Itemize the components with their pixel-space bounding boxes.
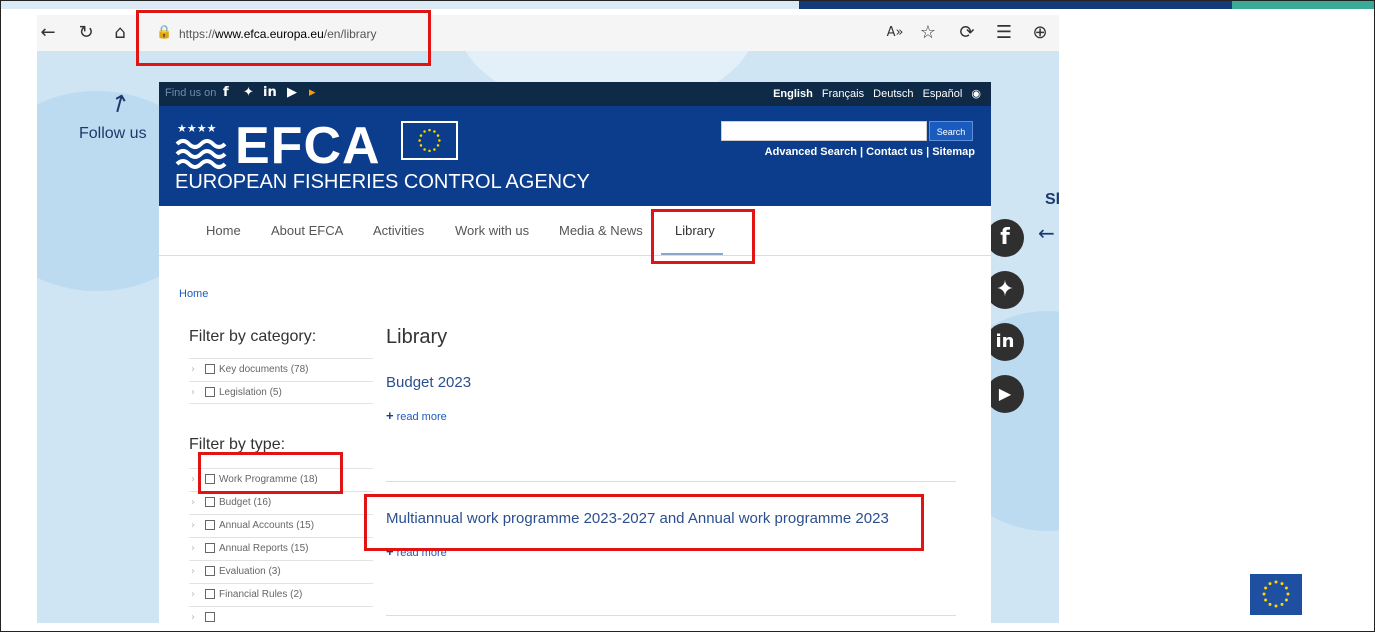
chevron-right-icon: ›	[191, 474, 195, 485]
read-aloud-icon[interactable]: A»	[884, 22, 906, 44]
language-switcher: English Français Deutsch Español ◉	[767, 87, 981, 100]
linkedin-share-icon[interactable]: in	[986, 323, 1024, 361]
item-separator	[386, 615, 956, 616]
filter-label: Financial Rules (2)	[219, 589, 303, 600]
rss-icon[interactable]: ◉	[971, 87, 981, 100]
chevron-right-icon: ›	[191, 364, 195, 375]
lang-german[interactable]: Deutsch	[873, 88, 913, 100]
find-us-label: Find us on	[165, 87, 217, 99]
checkbox[interactable]	[205, 589, 215, 599]
filter-type-annual-reports[interactable]: › Annual Reports (15)	[189, 537, 373, 560]
lang-spanish[interactable]: Español	[923, 88, 963, 100]
highlight-multiannual-item	[364, 494, 924, 551]
filter-label: Legislation (5)	[219, 387, 282, 398]
extensions-icon[interactable]: ⟳	[956, 22, 978, 44]
share-arrow-icon: ←	[1038, 221, 1055, 245]
favorite-icon[interactable]: ☆	[917, 22, 939, 44]
refresh-icon[interactable]: ↻	[75, 22, 97, 44]
efca-logo-text: EFCA	[235, 117, 381, 175]
home-icon[interactable]: ⌂	[109, 22, 131, 44]
filter-label: Key documents (78)	[219, 364, 309, 375]
chevron-right-icon: ›	[191, 566, 195, 577]
chevron-right-icon: ›	[191, 589, 195, 600]
lang-french[interactable]: Français	[822, 88, 864, 100]
filter-type-financial-rules[interactable]: › Financial Rules (2)	[189, 583, 373, 606]
linkedin-icon[interactable]: in	[263, 85, 277, 100]
nav-work-with-us[interactable]: Work with us	[455, 223, 529, 238]
collections-icon[interactable]: ⊕	[1029, 22, 1051, 44]
twitter-share-icon[interactable]: ✦	[986, 271, 1024, 309]
checkbox[interactable]	[205, 364, 215, 374]
checkbox[interactable]	[205, 566, 215, 576]
agency-name: EUROPEAN FISHERIES CONTROL AGENCY	[175, 171, 590, 193]
filter-label: Budget (16)	[219, 497, 272, 508]
eu-flag-corner-icon	[1250, 574, 1302, 615]
search-input[interactable]	[721, 121, 927, 141]
efca-waves-logo-icon: ★★★★	[175, 122, 227, 169]
slide-top-teal-bar	[1232, 1, 1374, 9]
favorites-bar-icon[interactable]: ☰	[993, 22, 1015, 44]
checkbox[interactable]	[205, 612, 215, 622]
chevron-right-icon: ›	[191, 612, 195, 623]
search-button[interactable]: Search	[929, 121, 973, 141]
nav-activities[interactable]: Activities	[373, 223, 424, 238]
facebook-share-icon[interactable]: f	[986, 219, 1024, 257]
checkbox[interactable]	[205, 520, 215, 530]
filter-category-heading: Filter by category:	[189, 328, 317, 345]
filter-type-annual-accounts[interactable]: › Annual Accounts (15)	[189, 514, 373, 537]
filter-category-legislation[interactable]: › Legislation (5)	[189, 381, 373, 404]
highlight-library-tab	[651, 209, 755, 264]
svg-text:★★★★: ★★★★	[177, 122, 217, 135]
highlight-work-programme-filter	[198, 452, 343, 494]
nav-home[interactable]: Home	[206, 223, 241, 238]
breadcrumb[interactable]: Home	[179, 288, 208, 300]
top-strip: Find us on f ✦ in ▶ ▸ English Français D…	[159, 82, 991, 106]
nav-about-efca[interactable]: About EFCA	[271, 223, 343, 238]
share-label: Sl	[1045, 191, 1061, 208]
slide-top-navy-bar	[799, 1, 1232, 9]
checkbox[interactable]	[205, 543, 215, 553]
header-links[interactable]: Advanced Search | Contact us | Sitemap	[765, 146, 975, 158]
checkbox[interactable]	[205, 497, 215, 507]
chevron-right-icon: ›	[191, 387, 195, 398]
site-header: ★★★★ EFCA EUROPEAN FISHERIES CONTROL AGE…	[159, 106, 991, 206]
facebook-icon[interactable]: f	[223, 85, 229, 100]
read-more-label: read more	[396, 411, 447, 423]
filter-type-evaluation[interactable]: › Evaluation (3)	[189, 560, 373, 583]
item-separator	[386, 481, 956, 482]
eu-flag-icon	[401, 121, 458, 160]
chevron-right-icon: ›	[191, 497, 195, 508]
page-title: Library	[386, 326, 448, 348]
highlight-url-box	[136, 10, 431, 66]
read-more-link[interactable]: + read more	[386, 408, 447, 423]
twitter-icon[interactable]: ✦	[243, 85, 254, 100]
filter-label: Annual Reports (15)	[219, 543, 309, 554]
filter-type-budget[interactable]: › Budget (16)	[189, 491, 373, 514]
chevron-right-icon: ›	[191, 543, 195, 554]
youtube-share-icon[interactable]: ▶	[986, 375, 1024, 413]
filter-type-partial[interactable]: ›	[189, 606, 373, 623]
follow-us-label: Follow us	[79, 125, 147, 142]
back-icon[interactable]: ←	[37, 22, 59, 44]
flickr-icon[interactable]: ▸	[309, 85, 316, 100]
filter-label: Evaluation (3)	[219, 566, 281, 577]
youtube-icon[interactable]: ▶	[287, 85, 297, 100]
slide-frame: ← ↻ ⌂ 🔒 https://www.efca.europa.eu/en/li…	[0, 0, 1375, 632]
nav-media-news[interactable]: Media & News	[559, 223, 643, 238]
lang-english[interactable]: English	[773, 88, 813, 100]
main-nav: Home About EFCA Activities Work with us …	[159, 206, 991, 256]
plus-icon: +	[386, 408, 394, 423]
filter-label: Annual Accounts (15)	[219, 520, 315, 531]
filter-category-key-documents[interactable]: › Key documents (78)	[189, 358, 373, 381]
item-title-budget-2023[interactable]: Budget 2023	[386, 374, 471, 391]
checkbox[interactable]	[205, 387, 215, 397]
chevron-right-icon: ›	[191, 520, 195, 531]
